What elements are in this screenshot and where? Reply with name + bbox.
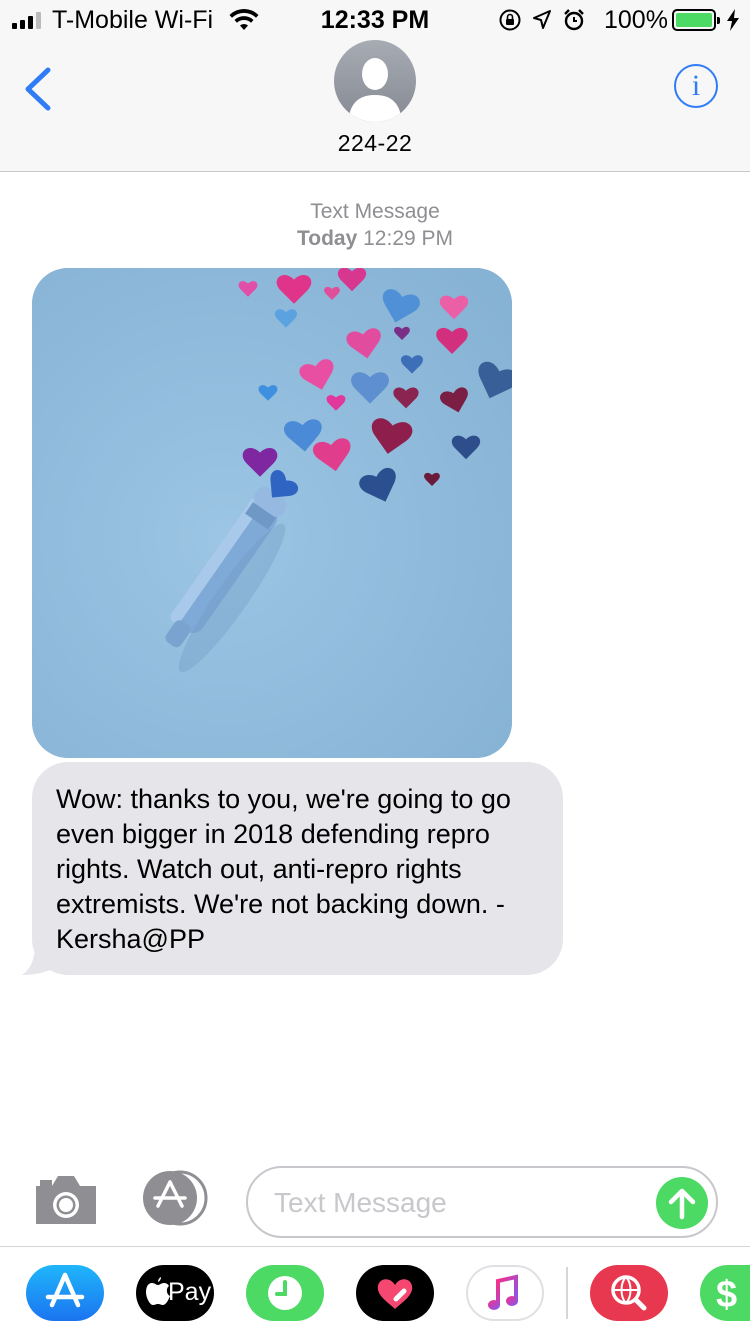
- person-silhouette-icon: [348, 58, 402, 122]
- recents-app[interactable]: [246, 1265, 324, 1321]
- location-icon: [533, 10, 551, 29]
- heart-touch-icon: [377, 1279, 413, 1309]
- day-label: Today: [296, 227, 358, 250]
- music-note-icon: [488, 1274, 518, 1310]
- music-app[interactable]: [466, 1265, 544, 1321]
- svg-text:$: $: [716, 1274, 737, 1316]
- send-button[interactable]: [656, 1177, 708, 1229]
- time-label: 12:29 PM: [363, 227, 454, 250]
- dollar-icon: $: [716, 1274, 737, 1316]
- apple-pay-label: Pay: [168, 1278, 212, 1306]
- incoming-message-bubble[interactable]: Wow: thanks to you, we're going to go ev…: [32, 762, 563, 975]
- clock-icon: [268, 1276, 302, 1310]
- service-label: Text Message: [310, 200, 440, 223]
- apple-pay-app[interactable]: Pay: [136, 1265, 214, 1321]
- message-input-placeholder: Text Message: [274, 1187, 447, 1218]
- app-store-icon[interactable]: [138, 1170, 210, 1226]
- send-arrow-icon: [668, 1188, 696, 1220]
- app-store-glyph-icon: [45, 1272, 85, 1308]
- battery-percentage: 100%: [604, 6, 668, 34]
- charging-bolt-icon: [727, 9, 739, 31]
- web-images-app[interactable]: [590, 1265, 668, 1321]
- message-input[interactable]: Text Message: [246, 1166, 718, 1238]
- drawer-separator: [566, 1267, 568, 1319]
- camera-icon[interactable]: [32, 1172, 100, 1226]
- chevron-left-icon[interactable]: [22, 66, 52, 112]
- info-icon: i: [691, 69, 701, 102]
- info-button[interactable]: i: [674, 64, 718, 108]
- message-text: Wow: thanks to you, we're going to go ev…: [56, 784, 511, 954]
- contact-avatar[interactable]: [334, 40, 416, 122]
- status-bar: T-Mobile Wi-Fi 12:33 PM 100%: [0, 0, 750, 40]
- orientation-lock-icon: [499, 9, 521, 31]
- battery-icon: [672, 9, 720, 31]
- digital-touch-app[interactable]: [356, 1265, 434, 1321]
- app-store-app[interactable]: [26, 1265, 104, 1321]
- conversation-header: 224-22 i: [0, 40, 750, 172]
- cash-app[interactable]: $: [700, 1265, 750, 1321]
- contact-name[interactable]: 224-22: [0, 130, 750, 157]
- globe-search-icon: [611, 1275, 647, 1311]
- image-message[interactable]: [32, 268, 512, 758]
- hearts-illustration: [32, 268, 512, 758]
- app-drawer: Pay $: [0, 1246, 750, 1334]
- alarm-icon: [564, 9, 584, 31]
- message-timestamp: Text Message Today 12:29 PM: [0, 198, 750, 252]
